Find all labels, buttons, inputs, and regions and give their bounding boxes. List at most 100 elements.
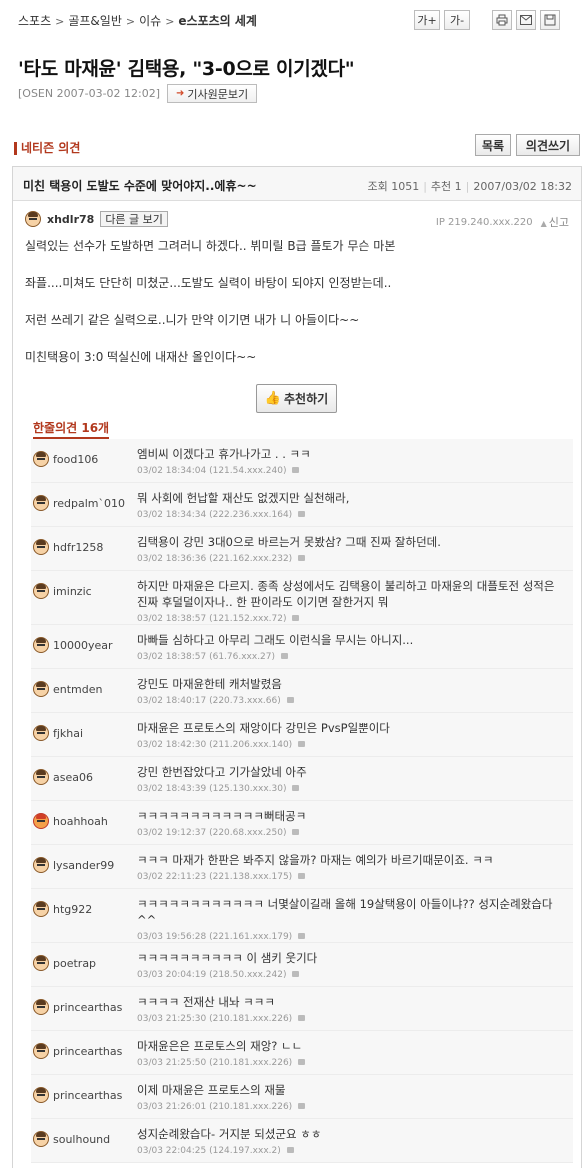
print-icon[interactable] bbox=[492, 10, 512, 30]
post-datetime: 2007/03/02 18:32 bbox=[473, 180, 572, 193]
comment-author[interactable]: fjkhai bbox=[33, 725, 83, 741]
list-button[interactable]: 목록 bbox=[475, 134, 511, 156]
comment-meta: 03/02 22:11:23 (221.138.xxx.175) bbox=[137, 869, 567, 885]
comment-username[interactable]: iminzic bbox=[53, 585, 92, 598]
comment-author[interactable]: soulhound bbox=[33, 1131, 110, 1147]
comment-username[interactable]: princearthas bbox=[53, 1045, 122, 1058]
comment-username[interactable]: asea06 bbox=[53, 771, 93, 784]
comment-author[interactable]: entmden bbox=[33, 681, 103, 697]
report-icon[interactable] bbox=[292, 971, 300, 977]
avatar-icon bbox=[33, 451, 49, 467]
avatar-icon bbox=[33, 857, 49, 873]
comment-list: food106 엠비씨 이겠다고 휴가나가고 . . ㅋㅋ 03/02 18:34:… bbox=[31, 439, 573, 1163]
report-icon[interactable] bbox=[298, 741, 306, 747]
report-icon[interactable] bbox=[298, 1103, 306, 1109]
report-icon[interactable] bbox=[298, 1059, 306, 1065]
comment-content: 강민 한번잡았다고 기가살았네 아주 03/02 18:43:39 (125.13… bbox=[137, 764, 567, 797]
comment-author[interactable]: princearthas bbox=[33, 1087, 122, 1103]
avatar-icon bbox=[33, 813, 49, 829]
report-icon[interactable] bbox=[292, 785, 300, 791]
write-opinion-button[interactable]: 의견쓰기 bbox=[516, 134, 580, 156]
other-posts-button[interactable]: 다른 글 보기 bbox=[100, 211, 168, 227]
comment-text: 엠비씨 이겠다고 휴가나가고 . . ㅋㅋ bbox=[137, 447, 311, 461]
post-author: xhdlr78 다른 글 보기 bbox=[25, 211, 168, 227]
comment-author[interactable]: redpalm`010 bbox=[33, 495, 125, 511]
comment-username[interactable]: poetrap bbox=[53, 957, 96, 970]
comment-author[interactable]: htg922 bbox=[33, 901, 92, 917]
comment-timestamp: 03/02 18:38:57 (61.76.xxx.27) bbox=[137, 652, 276, 662]
avatar-icon bbox=[33, 999, 49, 1015]
comment-author[interactable]: hdfr1258 bbox=[33, 539, 103, 555]
report-icon[interactable] bbox=[286, 1147, 294, 1153]
comment-row: lysander99 ㅋㅋㅋ 마재가 한판은 봐주지 않을까? 마재는 예의가 바… bbox=[31, 845, 573, 889]
avatar-icon bbox=[33, 637, 49, 653]
comment-text: 김택용이 강민 3대0으로 바르는거 못봤삼? 그때 진짜 잘하던데. bbox=[137, 535, 441, 549]
comment-row: fjkhai 마재윤은 프로토스의 재앙이다 강민은 PvsP일뿐이다 03/02 … bbox=[31, 713, 573, 757]
comment-text: ㅋㅋㅋㅋ 전재산 내놔 ㅋㅋㅋ bbox=[137, 995, 275, 1009]
comment-author[interactable]: princearthas bbox=[33, 1043, 122, 1059]
comments-header[interactable]: 한줄의견 16개 bbox=[33, 419, 110, 439]
comment-username[interactable]: princearthas bbox=[53, 1001, 122, 1014]
recommend-button[interactable]: 👍 추천하기 bbox=[256, 384, 337, 413]
report-button[interactable]: 신고 bbox=[541, 214, 569, 230]
comment-username[interactable]: soulhound bbox=[53, 1133, 110, 1146]
views-label: 조회 bbox=[367, 180, 388, 193]
report-icon[interactable] bbox=[298, 511, 306, 517]
report-icon[interactable] bbox=[298, 933, 306, 939]
comment-text: 마재윤은 프로토스의 재앙이다 강민은 PvsP일뿐이다 bbox=[137, 721, 390, 735]
comment-content: 하지만 마재윤은 다르지. 종족 상성에서도 김택용이 불리하고 마재윤의 대플… bbox=[137, 578, 567, 627]
comment-author[interactable]: princearthas bbox=[33, 999, 122, 1015]
breadcrumb-item[interactable]: 스포츠 bbox=[18, 12, 51, 29]
save-icon[interactable] bbox=[540, 10, 560, 30]
comment-username[interactable]: htg922 bbox=[53, 903, 92, 916]
original-article-label: 기사원문보기 bbox=[187, 87, 249, 101]
report-icon[interactable] bbox=[281, 653, 289, 659]
comment-row: hdfr1258 김택용이 강민 3대0으로 바르는거 못봤삼? 그때 진짜 잘하… bbox=[31, 527, 573, 571]
breadcrumb-item-current[interactable]: e스포츠의 세계 bbox=[178, 12, 257, 29]
author-ip: IP 219.240.xxx.220 bbox=[435, 216, 533, 228]
breadcrumb-item[interactable]: 골프&일반 bbox=[68, 12, 122, 29]
comment-username[interactable]: lysander99 bbox=[53, 859, 114, 872]
comment-author[interactable]: iminzic bbox=[33, 583, 92, 599]
comment-text: 강민 한번잡았다고 기가살았네 아주 bbox=[137, 765, 307, 779]
comment-author[interactable]: poetrap bbox=[33, 955, 96, 971]
font-decrease-button[interactable]: 가- bbox=[444, 10, 470, 30]
comment-username[interactable]: 10000year bbox=[53, 639, 113, 652]
comment-author[interactable]: food106 bbox=[33, 451, 98, 467]
comment-row: princearthas ㅋㅋㅋㅋ 전재산 내놔 ㅋㅋㅋ 03/03 21:25:3… bbox=[31, 987, 573, 1031]
comment-row: iminzic 하지만 마재윤은 다르지. 종족 상성에서도 김택용이 불리하고 … bbox=[31, 571, 573, 625]
section-title: 네티즌 의견 bbox=[14, 142, 80, 155]
comment-author[interactable]: hoahhoah bbox=[33, 813, 108, 829]
report-icon[interactable] bbox=[298, 555, 306, 561]
author-name[interactable]: xhdlr78 bbox=[47, 213, 94, 226]
comment-text: 강민도 마재윤한테 캐처발렸음 bbox=[137, 677, 282, 691]
comment-username[interactable]: hoahhoah bbox=[53, 815, 108, 828]
comment-username[interactable]: princearthas bbox=[53, 1089, 122, 1102]
report-icon[interactable] bbox=[298, 873, 306, 879]
comment-author[interactable]: 10000year bbox=[33, 637, 113, 653]
comment-username[interactable]: food106 bbox=[53, 453, 98, 466]
comment-content: 마재윤은 프로토스의 재앙이다 강민은 PvsP일뿐이다 03/02 18:42:… bbox=[137, 720, 567, 753]
comment-username[interactable]: hdfr1258 bbox=[53, 541, 103, 554]
avatar-icon bbox=[33, 1043, 49, 1059]
comment-row: princearthas 이제 마재윤은 프로토스의 재물 03/03 21:26:… bbox=[31, 1075, 573, 1119]
original-article-button[interactable]: ➜ 기사원문보기 bbox=[167, 84, 258, 103]
post-card: 미친 택용이 도발도 수준에 맞어야지..에휴~~ 조회 1051 | 추천 1 | 2… bbox=[12, 166, 582, 1168]
comment-username[interactable]: entmden bbox=[53, 683, 103, 696]
report-icon[interactable] bbox=[292, 615, 300, 621]
comment-author[interactable]: asea06 bbox=[33, 769, 93, 785]
report-icon[interactable] bbox=[286, 697, 294, 703]
comment-row: soulhound 성지순례왔습다- 거지분 되셨군요 ㅎㅎ 03/03 22:04… bbox=[31, 1119, 573, 1163]
comment-author[interactable]: lysander99 bbox=[33, 857, 114, 873]
report-icon[interactable] bbox=[292, 467, 300, 473]
comment-username[interactable]: redpalm`010 bbox=[53, 497, 125, 510]
avatar-icon bbox=[33, 495, 49, 511]
comment-row: poetrap ㅋㅋㅋㅋㅋㅋㅋㅋㅋㅋ 이 샘키 웃기다 03/03 20:04:19… bbox=[31, 943, 573, 987]
breadcrumb-item[interactable]: 이슈 bbox=[139, 12, 161, 29]
email-icon[interactable] bbox=[516, 10, 536, 30]
comment-row: princearthas 마재윤은은 프로토스의 재앙? ㄴㄴ 03/03 21:2… bbox=[31, 1031, 573, 1075]
report-icon[interactable] bbox=[298, 1015, 306, 1021]
comment-username[interactable]: fjkhai bbox=[53, 727, 83, 740]
report-icon[interactable] bbox=[292, 829, 300, 835]
font-increase-button[interactable]: 가+ bbox=[414, 10, 440, 30]
